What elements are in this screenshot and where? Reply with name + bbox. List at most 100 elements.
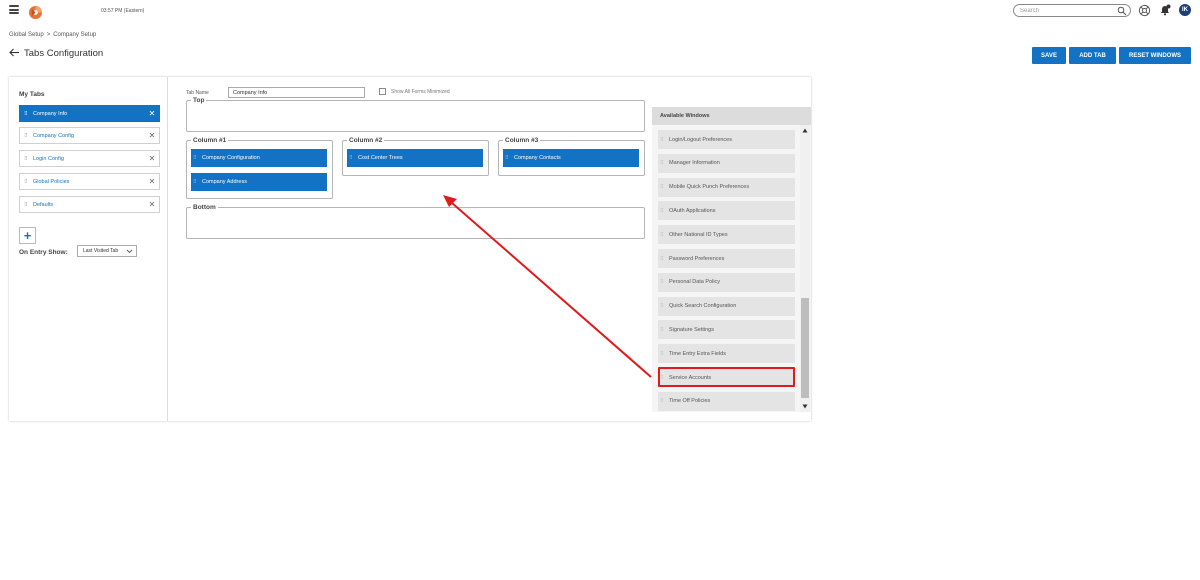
scrollbar-thumb[interactable] [801,298,809,398]
available-window-item[interactable]: ⠿ Quick Search Configuration [658,296,795,316]
tab-item-label: Login Config [33,155,64,162]
available-window-label: Password Preferences [669,255,725,262]
available-window-item[interactable]: ⠿ Personal Data Policy [658,272,795,292]
show-minimized-checkbox[interactable] [379,88,386,95]
available-window-item[interactable]: ⠿ Other National ID Types [658,225,795,245]
show-minimized-option: Show All Forms Minimized [379,88,450,95]
drag-handle-icon[interactable]: ⠿ [349,155,354,161]
available-windows-panel: Available Windows ⠿ Login/Logout Preferen… [652,107,811,412]
tab-item-company-config[interactable]: ⠿ Company Config ✕ [19,127,160,144]
drag-handle-icon[interactable]: ⠿ [660,160,664,166]
chevron-down-icon [126,249,133,254]
drag-handle-icon[interactable]: ⠿ [660,303,664,309]
drag-handle-icon[interactable]: ⠿ [660,279,664,285]
tab-item-global-policies[interactable]: ⠿ Global Policies ✕ [19,173,160,190]
add-tab-plus-button[interactable]: + [19,227,36,244]
zone-top-label: Top [193,97,205,104]
save-button[interactable]: SAVE [1032,47,1066,64]
available-window-item[interactable]: ⠿ Mobile Quick Punch Preferences [658,177,795,197]
close-icon[interactable]: ✕ [145,177,159,186]
my-tabs-panel: My Tabs ⠿ Company Info ✕ ⠿ Company Confi… [9,77,168,421]
close-icon[interactable]: ✕ [145,131,159,140]
company-logo-icon[interactable] [28,5,43,20]
drag-handle-icon[interactable]: ⠿ [24,202,30,208]
available-window-label: Manager Information [669,160,720,167]
zone-column-3-label: Column #3 [505,137,539,144]
top-bar: 03:57 PM (Eastern) IK [0,0,1200,26]
available-window-item[interactable]: ⠿ Manager Information [658,153,795,173]
window-label: Company Address [202,179,247,185]
zone-bottom[interactable]: Bottom [186,204,645,239]
available-window-item[interactable]: ⠿ Password Preferences [658,249,795,268]
available-window-label: Quick Search Configuration [669,303,737,310]
on-entry-select[interactable]: Last Visited Tab [77,245,137,257]
on-entry-value: Last Visited Tab [83,248,119,254]
available-windows-scrollbar[interactable] [800,125,810,412]
window-company-contacts[interactable]: ⠿ Company Contacts [503,149,639,167]
available-window-item[interactable]: ⠿ Signature Settings [658,320,795,340]
available-window-item-service-accounts[interactable]: ⠿ Service Accounts [658,368,795,387]
close-icon[interactable]: ✕ [145,154,159,163]
drag-handle-icon[interactable]: ⠿ [660,398,664,404]
tab-name-label: Tab Name [186,90,209,96]
window-company-configuration[interactable]: ⠿ Company Configuration [191,149,327,167]
tab-item-login-config[interactable]: ⠿ Login Config ✕ [19,150,160,167]
tab-item-defaults[interactable]: ⠿ Defaults ✕ [19,196,160,213]
breadcrumb: Global Setup > Company Setup [9,32,96,38]
drag-handle-icon[interactable]: ⠿ [660,208,664,214]
drag-handle-icon[interactable]: ⠿ [660,375,664,381]
breadcrumb-company-setup[interactable]: Company Setup [53,32,96,38]
drag-handle-icon[interactable]: ⠿ [24,156,30,162]
available-window-label: OAuth Applications [669,207,716,214]
close-icon[interactable]: ✕ [145,109,159,118]
scroll-up-arrow-icon[interactable] [802,128,808,133]
action-bar: SAVE ADD TAB RESET WINDOWS [1032,47,1191,64]
available-window-label: Signature Settings [669,326,714,333]
window-cost-center-trees[interactable]: ⠿ Cost Center Trees [347,149,483,167]
notifications-bell-icon[interactable] [1159,4,1171,16]
my-tabs-title: My Tabs [19,91,45,98]
reset-windows-button[interactable]: RESET WINDOWS [1119,47,1191,64]
available-windows-title: Available Windows [652,107,811,125]
drag-handle-icon[interactable]: ⠿ [660,137,664,143]
available-window-item[interactable]: ⠿ OAuth Applications [658,201,795,221]
add-tab-button[interactable]: ADD TAB [1069,47,1116,64]
zone-bottom-label: Bottom [193,204,216,211]
drag-handle-icon[interactable]: ⠿ [660,351,664,357]
menu-icon[interactable] [9,5,19,14]
back-arrow-icon[interactable] [9,48,20,57]
clock: 03:57 PM (Eastern) [101,8,145,14]
drag-handle-icon[interactable]: ⠿ [660,184,664,190]
drag-handle-icon[interactable]: ⠿ [505,155,510,161]
available-window-label: Other National ID Types [669,231,728,238]
available-window-label: Service Accounts [669,374,712,381]
tab-item-company-info[interactable]: ⠿ Company Info ✕ [19,105,160,122]
available-window-item[interactable]: ⠿ Time Entry Extra Fields [658,344,795,364]
tabs-config-card: My Tabs ⠿ Company Info ✕ ⠿ Company Confi… [9,77,811,421]
drag-handle-icon[interactable]: ⠿ [24,133,30,139]
close-icon[interactable]: ✕ [145,200,159,209]
scroll-down-arrow-icon[interactable] [802,404,808,409]
drag-handle-icon[interactable]: ⠿ [660,327,664,333]
tab-item-label: Company Config [33,132,74,139]
drag-handle-icon[interactable]: ⠿ [24,179,30,185]
help-icon[interactable] [1138,4,1151,17]
breadcrumb-global-setup[interactable]: Global Setup [9,32,44,38]
zone-top[interactable]: Top [186,97,645,132]
zone-column-1-label: Column #1 [193,137,227,144]
available-window-item[interactable]: ⠿ Time Off Policies [658,391,795,411]
drag-handle-icon[interactable]: ⠿ [660,232,664,238]
drag-handle-icon[interactable]: ⠿ [660,256,664,262]
search-icon[interactable] [1117,6,1127,16]
window-company-address[interactable]: ⠿ Company Address [191,173,327,191]
window-label: Cost Center Trees [358,155,403,161]
drag-handle-icon[interactable]: ⠿ [24,111,30,117]
search-box[interactable] [1013,4,1131,17]
available-window-item[interactable]: ⠿ Login/Logout Preferences [658,130,795,149]
drag-handle-icon[interactable]: ⠿ [193,179,198,185]
window-label: Company Configuration [202,155,260,161]
user-avatar[interactable]: IK [1179,4,1191,16]
on-entry-label: On Entry Show: [19,249,68,256]
search-input[interactable] [1020,6,1116,16]
drag-handle-icon[interactable]: ⠿ [193,155,198,161]
